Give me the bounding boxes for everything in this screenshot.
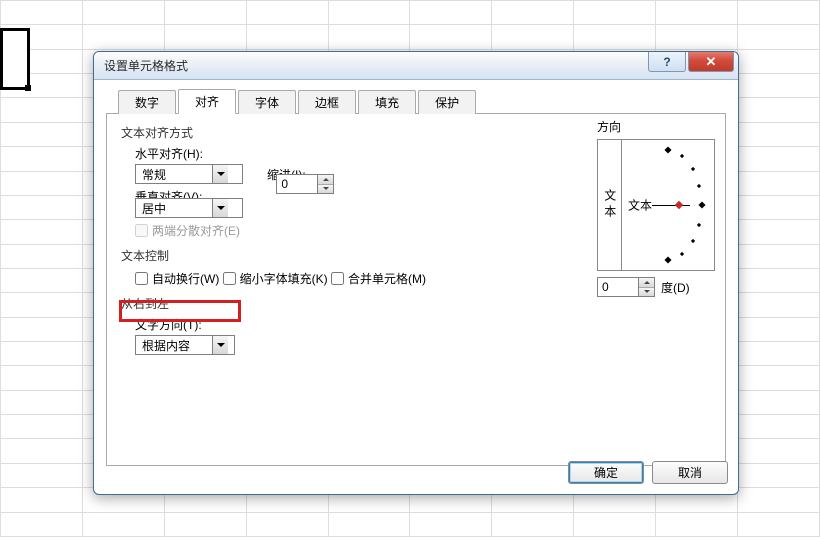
- label-text-direction: 文字方向(T):: [135, 316, 202, 333]
- group-text-control: 文本控制: [121, 247, 451, 264]
- chevron-down-icon[interactable]: [318, 185, 333, 194]
- group-right-to-left: 从右到左: [121, 295, 451, 312]
- tab-alignment[interactable]: 对齐: [178, 89, 236, 114]
- chevron-down-icon: [212, 165, 228, 183]
- label-horizontal-align: 水平对齐(H):: [135, 145, 203, 162]
- group-orientation: 方向: [597, 118, 715, 135]
- select-text-direction[interactable]: 根据内容: [135, 335, 235, 355]
- tab-protect[interactable]: 保护: [418, 90, 476, 114]
- tab-fill[interactable]: 填充: [358, 90, 416, 114]
- group-text-alignment: 文本对齐方式: [121, 124, 451, 141]
- format-cells-dialog: 设置单元格格式 ? ✕ 数字 对齐 字体 边框 填充 保护 文本对齐方式 水平对…: [93, 51, 739, 495]
- help-button[interactable]: ?: [648, 52, 686, 72]
- tab-font[interactable]: 字体: [238, 90, 296, 114]
- dialog-title: 设置单元格格式: [104, 57, 188, 74]
- chevron-up-icon[interactable]: [639, 278, 654, 288]
- spinner-orientation-degree[interactable]: 0: [597, 277, 655, 297]
- checkbox-shrink-to-fit[interactable]: 缩小字体填充(K): [223, 270, 328, 287]
- tab-number[interactable]: 数字: [118, 90, 176, 114]
- chevron-up-icon[interactable]: [318, 175, 333, 185]
- selected-cell: [0, 28, 30, 90]
- close-button[interactable]: ✕: [688, 52, 734, 72]
- orientation-handle-icon: [675, 201, 683, 209]
- cancel-button[interactable]: 取消: [652, 461, 728, 484]
- ok-button[interactable]: 确定: [568, 461, 644, 484]
- label-degree: 度(D): [661, 279, 690, 296]
- tab-border[interactable]: 边框: [298, 90, 356, 114]
- titlebar[interactable]: 设置单元格格式 ? ✕: [94, 52, 738, 80]
- checkbox-justify-distributed: 两端分散对齐(E): [135, 222, 240, 239]
- spinner-indent[interactable]: 0: [276, 174, 334, 194]
- orientation-vertical-text[interactable]: 文本: [598, 140, 622, 270]
- chevron-down-icon: [212, 336, 228, 354]
- alignment-panel: 文本对齐方式 水平对齐(H): 常规 缩进(I): 垂直对齐(V):: [106, 114, 726, 466]
- checkbox-merge-cells[interactable]: 合并单元格(M): [331, 270, 426, 287]
- chevron-down-icon: [212, 199, 228, 217]
- chevron-down-icon[interactable]: [639, 288, 654, 297]
- tabstrip: 数字 对齐 字体 边框 填充 保护: [106, 90, 726, 114]
- orientation-control[interactable]: 文本 文本: [597, 139, 715, 271]
- select-vertical-align[interactable]: 居中: [135, 198, 243, 218]
- checkbox-wrap-text[interactable]: 自动换行(W): [135, 270, 219, 287]
- orientation-dial[interactable]: 文本: [622, 140, 714, 270]
- select-horizontal-align[interactable]: 常规: [135, 164, 243, 184]
- close-icon: ✕: [706, 55, 717, 68]
